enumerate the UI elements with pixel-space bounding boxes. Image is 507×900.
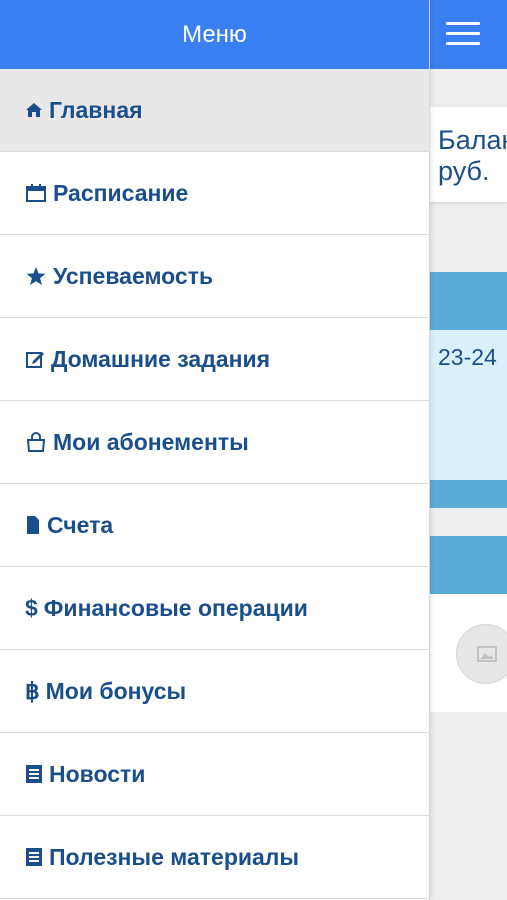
- menu-item-subscriptions[interactable]: Мои абонементы: [0, 401, 429, 484]
- balance-card: Баланс руб.: [430, 107, 507, 202]
- menu-item-label: Домашние задания: [51, 345, 271, 372]
- document-icon: [25, 515, 41, 535]
- dollar-icon: $: [25, 594, 38, 621]
- menu-item-news[interactable]: Новости: [0, 733, 429, 816]
- menu-item-label: Главная: [49, 96, 143, 123]
- menu-item-label: Счета: [47, 511, 114, 538]
- menu-item-progress[interactable]: Успеваемость: [0, 235, 429, 318]
- menu-item-label: Новости: [49, 760, 146, 787]
- menu-item-homework[interactable]: Домашние задания: [0, 318, 429, 401]
- news-image-placeholder: [456, 624, 507, 684]
- home-icon: [25, 102, 43, 118]
- menu-item-label: Мои абонементы: [53, 428, 249, 455]
- schedule-card-footer: [430, 480, 507, 508]
- menu-item-bonuses[interactable]: ฿ Мои бонусы: [0, 650, 429, 733]
- menu-item-label: Успеваемость: [53, 262, 214, 289]
- schedule-card[interactable]: 23-24: [430, 272, 507, 508]
- menu-item-label: Расписание: [53, 179, 189, 206]
- shopping-bag-icon: [25, 431, 47, 453]
- menu-item-label: Полезные материалы: [49, 843, 300, 870]
- calendar-icon: [25, 183, 47, 203]
- schedule-card-header: [430, 272, 507, 330]
- menu-item-label: Мои бонусы: [45, 677, 187, 704]
- menu-item-invoices[interactable]: Счета: [0, 484, 429, 567]
- news-card-header: [430, 536, 507, 594]
- menu-item-materials[interactable]: Полезные материалы: [0, 816, 429, 899]
- newspaper-icon: [25, 764, 43, 784]
- balance-label: Баланс: [438, 125, 507, 155]
- menu-item-financial-operations[interactable]: $ Финансовые операции: [0, 567, 429, 650]
- side-menu: Меню Главная Расписание Успеваемость Дом…: [0, 0, 430, 900]
- menu-item-home[interactable]: Главная: [0, 69, 429, 152]
- balance-currency: руб.: [438, 156, 490, 186]
- image-icon: [477, 646, 497, 662]
- balance-text: Баланс руб.: [438, 125, 507, 187]
- menu-title: Меню: [0, 0, 429, 69]
- baht-icon: ฿: [25, 677, 40, 704]
- menu-item-label: Финансовые операции: [43, 594, 308, 621]
- star-icon: [25, 266, 47, 286]
- book-icon: [25, 847, 43, 867]
- menu-item-schedule[interactable]: Расписание: [0, 152, 429, 235]
- news-card[interactable]: [430, 536, 507, 712]
- hamburger-menu-icon[interactable]: [446, 22, 480, 48]
- edit-icon: [25, 349, 45, 369]
- schedule-time: 23-24: [438, 344, 497, 370]
